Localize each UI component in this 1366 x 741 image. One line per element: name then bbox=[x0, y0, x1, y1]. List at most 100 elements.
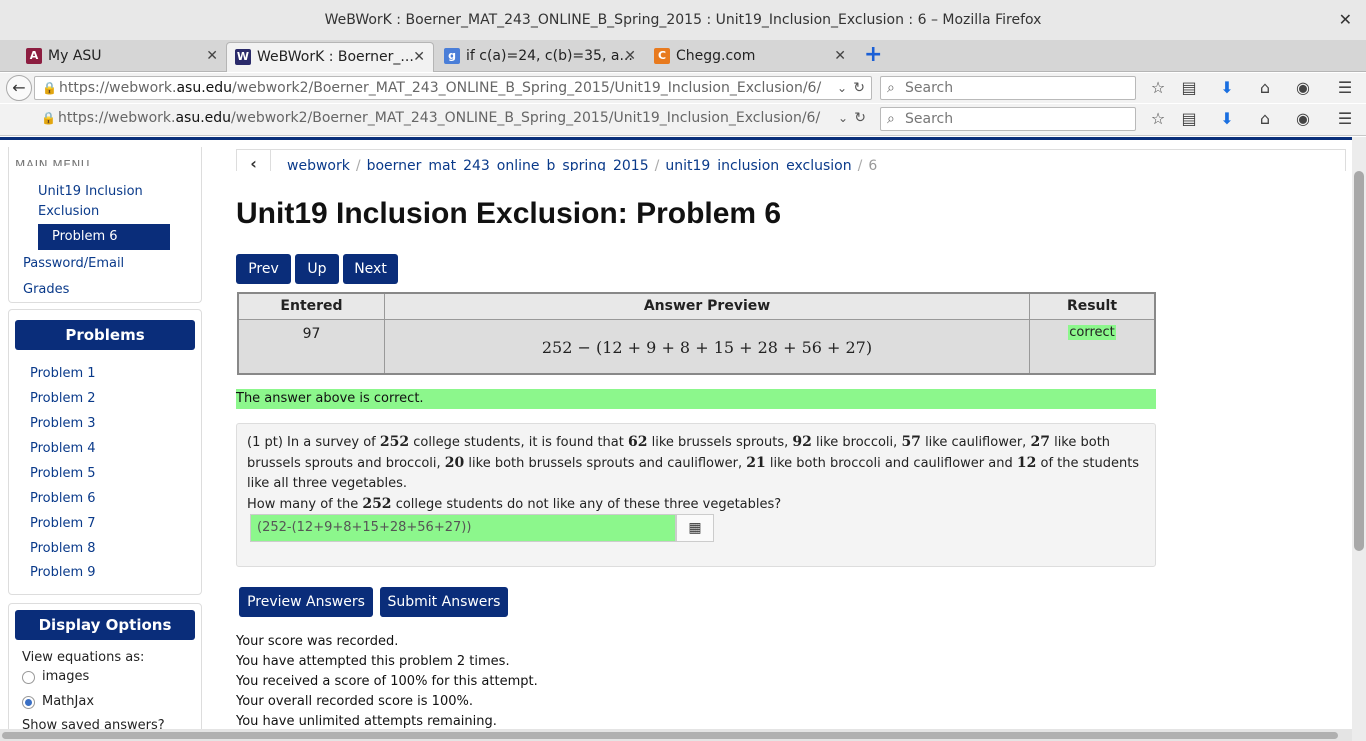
results-table: Entered 97 Answer Preview 252 − (12 + 9 … bbox=[237, 292, 1156, 375]
tab-label: WeBWorK : Boerner_... bbox=[257, 49, 414, 65]
search-input[interactable]: ⌕ Search bbox=[880, 107, 1136, 131]
menu-hamburger-icon[interactable]: ☰ bbox=[1334, 108, 1356, 130]
bookmark-star-icon[interactable]: ☆ bbox=[1147, 77, 1169, 99]
tab-my-asu[interactable]: A My ASU ✕ bbox=[18, 42, 226, 72]
url-host: asu.edu bbox=[176, 80, 233, 96]
tab-strip: A My ASU ✕ W WeBWorK : Boerner_... ✕ g if c… bbox=[0, 40, 1366, 72]
new-tab-icon[interactable]: + bbox=[864, 44, 882, 66]
reading-list-icon[interactable]: ▤ bbox=[1178, 108, 1200, 130]
search-input[interactable]: ⌕ Search bbox=[880, 76, 1136, 100]
problem-link-9[interactable]: Problem 9 bbox=[30, 565, 96, 580]
status-score-recorded: Your score was recorded. bbox=[236, 634, 399, 649]
display-options-header: Display Options bbox=[15, 610, 195, 640]
reload-icon[interactable]: ↻ bbox=[853, 77, 865, 99]
current-problem-link[interactable]: Problem 6 bbox=[38, 224, 170, 250]
correct-badge: correct bbox=[1068, 325, 1116, 340]
nav-toolbar: ← 🔒 https://webwork.asu.edu/webwork2/Boe… bbox=[0, 73, 1366, 103]
tab-close-icon[interactable]: ✕ bbox=[206, 42, 218, 70]
home-icon[interactable]: ⌂ bbox=[1254, 108, 1276, 130]
submit-answers-button[interactable]: Submit Answers bbox=[380, 587, 508, 617]
equation-editor-grid-icon[interactable]: ▦ bbox=[676, 514, 714, 542]
radio-images[interactable] bbox=[22, 671, 35, 684]
back-arrow-icon[interactable]: ← bbox=[6, 75, 32, 101]
next-button[interactable]: Next bbox=[343, 254, 398, 284]
breadcrumb-webwork[interactable]: webwork bbox=[287, 158, 350, 171]
reload-icon[interactable]: ↻ bbox=[854, 107, 866, 129]
radio-mathjax[interactable] bbox=[22, 696, 35, 709]
nav-toolbar-duplicate: 🔒 https://webwork.asu.edu/webwork2/Boern… bbox=[0, 104, 1366, 136]
question-number: 252 bbox=[362, 496, 392, 512]
search-placeholder: Search bbox=[905, 111, 954, 127]
problem-link-3[interactable]: Problem 3 bbox=[30, 416, 96, 431]
unit-link-line2[interactable]: Exclusion bbox=[38, 202, 99, 222]
scrollbar-thumb[interactable] bbox=[1354, 171, 1364, 551]
grades-link[interactable]: Grades bbox=[23, 280, 69, 300]
problem-link-8[interactable]: Problem 8 bbox=[30, 541, 96, 556]
bookmark-star-icon[interactable]: ☆ bbox=[1147, 108, 1169, 130]
chevron-down-icon[interactable]: ⌄ bbox=[838, 107, 848, 129]
chat-icon[interactable]: ◉ bbox=[1292, 108, 1314, 130]
tab-chegg[interactable]: C Chegg.com ✕ bbox=[646, 42, 854, 72]
reading-list-icon[interactable]: ▤ bbox=[1178, 77, 1200, 99]
tab-google-search[interactable]: g if c(a)=24, c(b)=35, a... ✕ bbox=[436, 42, 644, 72]
tab-label: if c(a)=24, c(b)=35, a... bbox=[466, 48, 633, 64]
problem-text-part: like both brussels sprouts and cauliflow… bbox=[468, 456, 743, 471]
view-equations-label: View equations as: bbox=[22, 650, 145, 665]
home-icon[interactable]: ⌂ bbox=[1254, 77, 1276, 99]
chevron-down-icon[interactable]: ⌄ bbox=[837, 77, 847, 99]
password-email-link[interactable]: Password/Email bbox=[23, 254, 124, 274]
tab-close-icon[interactable]: ✕ bbox=[413, 43, 425, 71]
chevron-left-icon[interactable]: ‹ bbox=[237, 150, 271, 171]
breadcrumb-course[interactable]: boerner_mat_243_online_b_spring_2015 bbox=[367, 158, 649, 171]
url-bar[interactable]: 🔒 https://webwork.asu.edu/webwork2/Boern… bbox=[34, 76, 872, 100]
problem-link-4[interactable]: Problem 4 bbox=[30, 441, 96, 456]
window-close-icon[interactable]: ✕ bbox=[1339, 0, 1352, 40]
chat-icon[interactable]: ◉ bbox=[1292, 77, 1314, 99]
problem-number: 62 bbox=[628, 434, 648, 450]
show-saved-answers-label: Show saved answers? bbox=[22, 719, 165, 729]
answer-input[interactable]: (252-(12+9+8+15+28+56+27)) bbox=[250, 514, 676, 542]
tab-label: Chegg.com bbox=[676, 48, 756, 64]
breadcrumb: ‹ webwork / boerner_mat_243_online_b_sprin… bbox=[236, 149, 1346, 171]
up-button[interactable]: Up bbox=[295, 254, 339, 284]
menu-hamburger-icon[interactable]: ☰ bbox=[1334, 77, 1356, 99]
problem-link-5[interactable]: Problem 5 bbox=[30, 466, 96, 481]
problem-number: 20 bbox=[444, 455, 465, 471]
webwork-favicon-icon: W bbox=[235, 49, 251, 65]
problem-number: 252 bbox=[379, 434, 410, 450]
prev-button[interactable]: Prev bbox=[236, 254, 291, 284]
download-arrow-icon[interactable]: ⬇ bbox=[1216, 108, 1238, 130]
tab-close-icon[interactable]: ✕ bbox=[624, 42, 636, 70]
download-arrow-icon[interactable]: ⬇ bbox=[1216, 77, 1238, 99]
tab-close-icon[interactable]: ✕ bbox=[834, 42, 846, 70]
breadcrumb-separator: / bbox=[355, 158, 361, 171]
problem-link-7[interactable]: Problem 7 bbox=[30, 516, 96, 531]
horizontal-scrollbar-thumb[interactable] bbox=[2, 732, 1338, 739]
problem-link-1[interactable]: Problem 1 bbox=[30, 366, 96, 381]
problem-text-part: (1 pt) In a survey of bbox=[247, 435, 376, 450]
search-placeholder: Search bbox=[905, 80, 954, 96]
question-text-part: How many of the bbox=[247, 497, 359, 512]
status-overall-score: Your overall recorded score is 100%. bbox=[236, 694, 473, 709]
status-remaining: You have unlimited attempts remaining. bbox=[236, 714, 497, 729]
problem-link-6[interactable]: Problem 6 bbox=[30, 491, 96, 506]
problem-text: (1 pt) In a survey of 252 college studen… bbox=[247, 432, 1145, 494]
breadcrumb-separator: / bbox=[654, 158, 660, 171]
preview-answers-button[interactable]: Preview Answers bbox=[239, 587, 373, 617]
vertical-scrollbar[interactable] bbox=[1352, 137, 1366, 741]
url-bar[interactable]: 🔒 https://webwork.asu.edu/webwork2/Boern… bbox=[34, 107, 872, 131]
page-content: MAIN MENU Unit19 Inclusion Exclusion Pro… bbox=[0, 137, 1366, 741]
asu-favicon-icon: A bbox=[26, 48, 42, 64]
tab-webwork[interactable]: W WeBWorK : Boerner_... ✕ bbox=[226, 42, 434, 72]
lock-icon: 🔒 bbox=[42, 81, 57, 95]
horizontal-scrollbar[interactable] bbox=[0, 729, 1352, 741]
problem-link-2[interactable]: Problem 2 bbox=[30, 391, 96, 406]
breadcrumb-set[interactable]: unit19_inclusion_exclusion bbox=[665, 158, 851, 171]
problem-text-part: like cauliflower, bbox=[925, 435, 1027, 450]
google-favicon-icon: g bbox=[444, 48, 460, 64]
problem-number: 92 bbox=[792, 434, 812, 450]
result-header: Result bbox=[1030, 294, 1154, 320]
page-title: Unit19 Inclusion Exclusion: Problem 6 bbox=[236, 197, 782, 230]
lock-icon: 🔒 bbox=[41, 111, 56, 125]
unit-link-line1[interactable]: Unit19 Inclusion bbox=[38, 182, 143, 202]
